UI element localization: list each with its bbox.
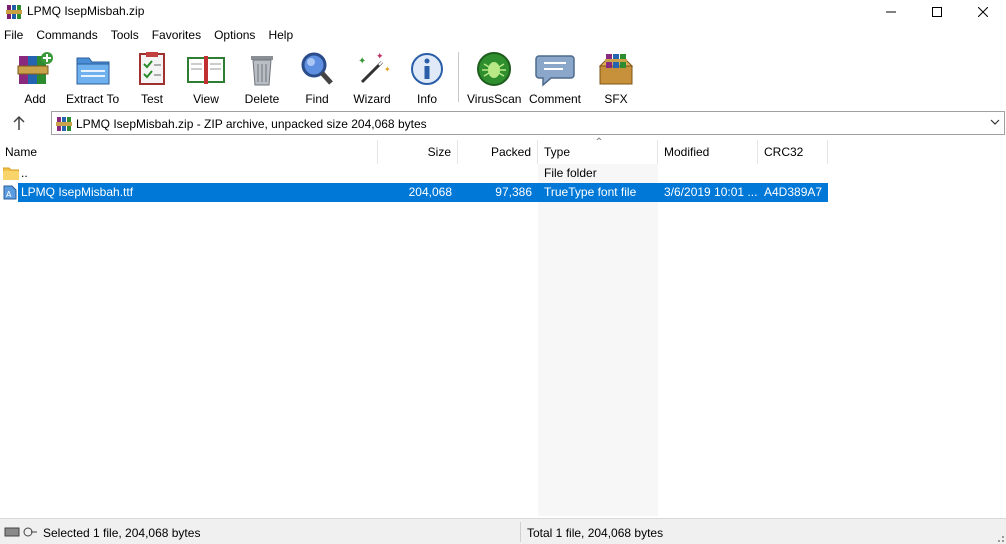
row-size: 204,068 bbox=[408, 185, 452, 199]
archive-icon bbox=[56, 117, 72, 131]
sorted-column-highlight bbox=[538, 164, 658, 516]
address-text: LPMQ IsepMisbah.zip - ZIP archive, unpac… bbox=[76, 117, 427, 131]
comment-button[interactable]: Comment bbox=[529, 50, 581, 106]
menu-help[interactable]: Help bbox=[262, 26, 300, 45]
menu-file[interactable]: File bbox=[0, 26, 30, 45]
row-type: File folder bbox=[544, 166, 597, 180]
virusscan-button[interactable]: VirusScan bbox=[467, 50, 521, 106]
row-type: TrueType font file bbox=[544, 185, 637, 199]
resize-grip-icon[interactable] bbox=[994, 532, 1004, 542]
virus-scan-icon bbox=[477, 52, 512, 86]
menu-commands[interactable]: Commands bbox=[30, 26, 104, 45]
column-header-size[interactable]: Size bbox=[378, 140, 458, 164]
toolbar: Add Extract To Test View Delete Find ✦ ✦… bbox=[0, 46, 1006, 108]
test-label: Test bbox=[140, 92, 163, 106]
info-icon bbox=[411, 53, 443, 85]
list-header: Name Size Packed Type Modified CRC32 bbox=[0, 140, 1006, 164]
add-label: Add bbox=[24, 92, 46, 106]
row-name: .. bbox=[21, 166, 28, 180]
test-button[interactable]: Test bbox=[132, 50, 172, 106]
menu-bar: File Commands Tools Favorites Options He… bbox=[0, 26, 1006, 45]
sfx-box-icon bbox=[598, 54, 634, 85]
sfx-button[interactable]: SFX bbox=[596, 50, 636, 106]
svg-text:✦: ✦ bbox=[384, 65, 391, 74]
svg-text:A: A bbox=[6, 190, 12, 199]
status-selected-text: Selected 1 file, 204,068 bytes bbox=[43, 526, 201, 540]
comment-label: Comment bbox=[529, 92, 582, 106]
virusscan-label: VirusScan bbox=[467, 92, 522, 106]
test-clipboard-icon bbox=[139, 52, 165, 85]
find-label: Find bbox=[305, 92, 329, 106]
status-bar: Selected 1 file, 204,068 bytes Total 1 f… bbox=[0, 518, 1006, 544]
winrar-app-icon bbox=[6, 5, 22, 19]
list-row-parent[interactable]: .. File folder bbox=[0, 164, 1006, 183]
maximize-button[interactable] bbox=[914, 0, 960, 24]
column-header-type[interactable]: Type bbox=[538, 140, 658, 164]
close-icon bbox=[978, 7, 988, 17]
view-book-icon bbox=[187, 56, 225, 85]
minimize-icon bbox=[886, 11, 896, 13]
menu-favorites[interactable]: Favorites bbox=[146, 26, 208, 45]
delete-button[interactable]: Delete bbox=[242, 50, 282, 106]
wizard-label: Wizard bbox=[353, 92, 391, 106]
window-title: LPMQ IsepMisbah.zip bbox=[27, 4, 145, 18]
status-separator bbox=[520, 522, 521, 542]
info-label: Info bbox=[416, 92, 437, 106]
row-packed: 97,386 bbox=[495, 185, 532, 199]
drive-status-icon bbox=[4, 527, 37, 537]
info-button[interactable]: Info bbox=[407, 50, 447, 106]
up-arrow-icon[interactable] bbox=[10, 115, 28, 131]
menu-tools[interactable]: Tools bbox=[105, 26, 146, 45]
sfx-label: SFX bbox=[604, 92, 628, 106]
menu-options[interactable]: Options bbox=[208, 26, 262, 45]
maximize-icon bbox=[932, 7, 942, 17]
magic-wand-icon: ✦ ✦ ✦ bbox=[358, 52, 391, 84]
close-button[interactable] bbox=[960, 0, 1006, 24]
svg-text:✦: ✦ bbox=[358, 56, 366, 67]
column-header-name[interactable]: Name bbox=[0, 140, 378, 164]
extract-to-label: Extract To bbox=[66, 92, 120, 106]
column-header-packed[interactable]: Packed bbox=[458, 140, 538, 164]
folder-icon bbox=[3, 167, 19, 180]
extract-to-button[interactable]: Extract To bbox=[66, 50, 119, 106]
toolbar-separator bbox=[458, 52, 459, 102]
add-button[interactable]: Add bbox=[15, 50, 55, 106]
extract-folder-icon bbox=[76, 57, 110, 85]
comment-icon bbox=[535, 55, 575, 87]
font-file-icon: A bbox=[3, 185, 17, 200]
minimize-button[interactable] bbox=[868, 0, 914, 24]
view-label: View bbox=[193, 92, 219, 106]
status-total-text: Total 1 file, 204,068 bytes bbox=[527, 526, 664, 540]
file-list: .. File folder A LPMQ IsepMisbah.ttf 204… bbox=[0, 164, 1006, 516]
wizard-button[interactable]: ✦ ✦ ✦ Wizard bbox=[352, 50, 392, 106]
magnifier-icon bbox=[301, 52, 333, 85]
row-modified: 3/6/2019 10:01 ... bbox=[664, 185, 758, 199]
row-name: LPMQ IsepMisbah.ttf bbox=[21, 185, 134, 199]
list-row-selected[interactable]: A LPMQ IsepMisbah.ttf 204,068 97,386 Tru… bbox=[0, 183, 1006, 202]
delete-label: Delete bbox=[244, 92, 280, 106]
address-row: LPMQ IsepMisbah.zip - ZIP archive, unpac… bbox=[0, 111, 1006, 136]
find-button[interactable]: Find bbox=[297, 50, 337, 106]
column-header-modified[interactable]: Modified bbox=[658, 140, 758, 164]
row-crc32: A4D389A7 bbox=[764, 185, 823, 199]
trash-bin-icon bbox=[251, 56, 273, 86]
add-archive-icon bbox=[17, 52, 53, 84]
view-button[interactable]: View bbox=[186, 50, 226, 106]
chevron-down-icon[interactable] bbox=[990, 118, 1000, 126]
column-header-crc32[interactable]: CRC32 bbox=[758, 140, 828, 164]
svg-text:✦: ✦ bbox=[376, 52, 384, 62]
address-bar[interactable]: LPMQ IsepMisbah.zip - ZIP archive, unpac… bbox=[51, 111, 1005, 135]
title-bar: LPMQ IsepMisbah.zip bbox=[0, 0, 1006, 24]
